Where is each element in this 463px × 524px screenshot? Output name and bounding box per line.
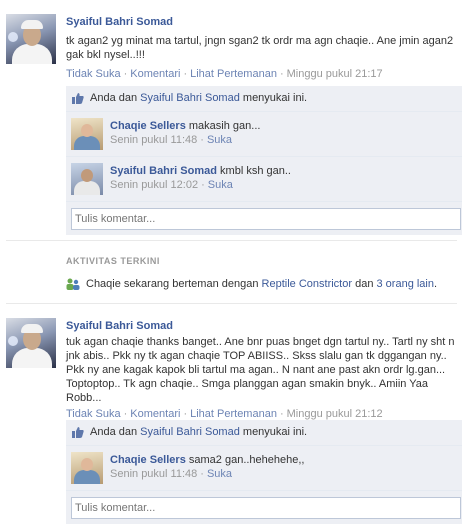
- comment-text: kmbl ksh gan..: [220, 165, 291, 177]
- post-actions: Tidak Suka · Komentari · Lihat Pertemanan · Mi…: [66, 408, 383, 420]
- comment-input[interactable]: [71, 497, 461, 519]
- activity-story: Chaqie sekarang berteman dengan Reptile …: [86, 278, 438, 290]
- friend-link[interactable]: Reptile Constrictor: [262, 278, 352, 290]
- comment-link[interactable]: Komentari: [130, 68, 180, 80]
- comment-like-link[interactable]: Suka: [207, 134, 232, 146]
- comment-time[interactable]: Senin pukul 11:48: [110, 468, 197, 480]
- comment-like-link[interactable]: Suka: [208, 179, 233, 191]
- post-feedback: Anda dan Syaiful Bahri Somad menyukai in…: [66, 86, 462, 235]
- comment-composer: [66, 202, 462, 235]
- commenter-avatar[interactable]: [71, 118, 103, 150]
- divider: [6, 303, 457, 304]
- liker-link[interactable]: Syaiful Bahri Somad: [140, 426, 240, 438]
- comment-author-link[interactable]: Chaqie Sellers: [110, 454, 186, 466]
- comment-text: makasih gan...: [188, 120, 261, 132]
- post-author-link[interactable]: Syaiful Bahri Somad: [66, 16, 457, 28]
- liker-link[interactable]: Syaiful Bahri Somad: [140, 92, 240, 104]
- comment-time[interactable]: Senin pukul 12:02: [110, 179, 198, 191]
- thumbs-up-icon: [72, 427, 84, 438]
- comment-like-link[interactable]: Suka: [207, 468, 232, 480]
- others-link[interactable]: 3 orang lain: [377, 278, 435, 290]
- comment-author-link[interactable]: Syaiful Bahri Somad: [110, 165, 217, 177]
- comment-text: sama2 gan..hehehehe,,: [188, 454, 305, 466]
- post-timestamp[interactable]: Minggu pukul 21:17: [287, 68, 383, 80]
- avatar[interactable]: [6, 14, 56, 64]
- post-message: tk agan2 yg minat ma tartul, jngn sgan2 …: [66, 35, 454, 61]
- recent-activity-heading: AKTIVITAS TERKINI: [66, 256, 160, 266]
- likes-sentence: Anda dan Syaiful Bahri Somad menyukai in…: [66, 86, 462, 112]
- comment-composer: [66, 491, 462, 524]
- comment-item: Chaqie Sellers makasih gan... Senin puku…: [66, 112, 462, 157]
- comment-author-link[interactable]: Chaqie Sellers: [110, 120, 186, 132]
- see-friendship-link[interactable]: Lihat Pertemanan: [190, 408, 277, 420]
- comment-link[interactable]: Komentari: [130, 408, 180, 420]
- see-friendship-link[interactable]: Lihat Pertemanan: [190, 68, 277, 80]
- likes-sentence: Anda dan Syaiful Bahri Somad menyukai in…: [66, 420, 462, 446]
- post-author-link[interactable]: Syaiful Bahri Somad: [66, 320, 457, 332]
- post-timestamp[interactable]: Minggu pukul 21:12: [287, 408, 383, 420]
- comment-item: Chaqie Sellers sama2 gan..hehehehe,, Sen…: [66, 446, 462, 491]
- comment-time[interactable]: Senin pukul 11:48: [110, 134, 197, 146]
- post-actions: Tidak Suka · Komentari · Lihat Pertemanan · Mi…: [66, 68, 383, 80]
- divider: [6, 240, 457, 241]
- post-message: tuk agan chaqie thanks banget.. Ane bnr …: [66, 336, 455, 404]
- comment-item: Syaiful Bahri Somad kmbl ksh gan.. Senin…: [66, 157, 462, 202]
- thumbs-up-icon: [72, 93, 84, 104]
- avatar[interactable]: [6, 318, 56, 368]
- commenter-avatar[interactable]: [71, 452, 103, 484]
- unlike-link[interactable]: Tidak Suka: [66, 68, 121, 80]
- post-feedback: Anda dan Syaiful Bahri Somad menyukai in…: [66, 420, 462, 524]
- friends-icon: [66, 278, 80, 290]
- unlike-link[interactable]: Tidak Suka: [66, 408, 121, 420]
- comment-input[interactable]: [71, 208, 461, 230]
- commenter-avatar[interactable]: [71, 163, 103, 195]
